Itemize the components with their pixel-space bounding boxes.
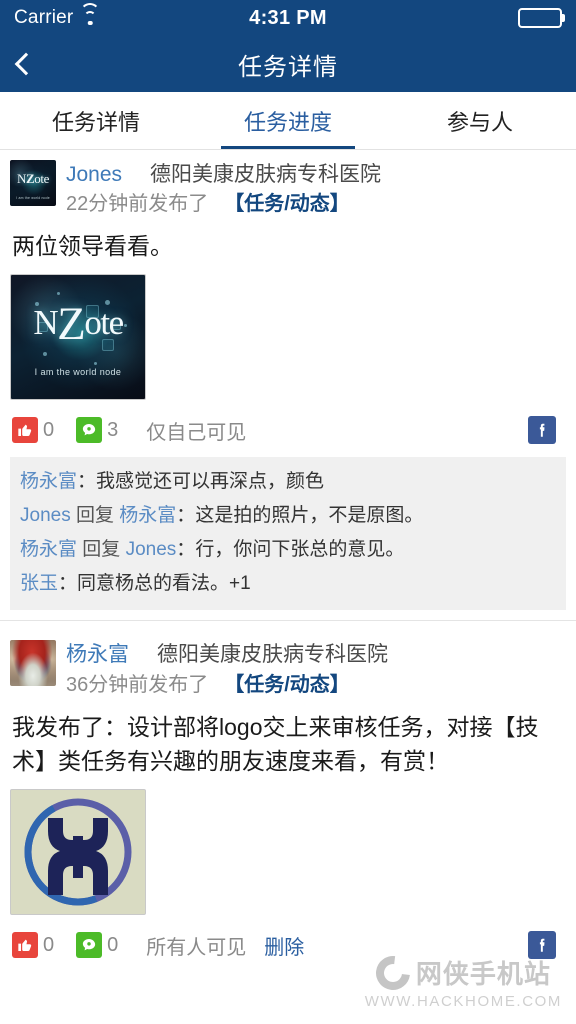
post-header: 杨永富 德阳美康皮肤病专科医院 36分钟前发布了 【任务/动态】: [10, 640, 566, 697]
image-logo-text: NZote: [33, 298, 124, 351]
post-action-bar: 0 3 仅自己可见: [10, 412, 566, 457]
comment-author[interactable]: 杨永富: [20, 471, 77, 492]
post-feed: NZote I am the world node Jones 德阳美康皮肤病专…: [0, 150, 576, 972]
comment-reply-target[interactable]: Jones: [126, 539, 177, 560]
tab-label: 任务进度: [243, 109, 332, 135]
like-button[interactable]: 0: [12, 932, 55, 959]
post-image-nzote[interactable]: NZote I am the world node: [10, 273, 146, 400]
thumbs-up-icon: [12, 932, 38, 959]
tab-label: 参与人: [446, 109, 513, 135]
comment-count: 0: [107, 933, 119, 956]
comment-button[interactable]: 3: [76, 417, 119, 444]
comment-separator: ：: [176, 538, 196, 560]
thumbs-up-icon: [12, 417, 38, 444]
tab-task-detail[interactable]: 任务详情: [0, 92, 192, 149]
tab-participants[interactable]: 参与人: [384, 92, 576, 149]
status-bar-clock: 4:31 PM: [249, 6, 327, 29]
post-meta-line: 36分钟前发布了 【任务/动态】: [66, 672, 566, 698]
comment-author[interactable]: 杨永富: [20, 539, 77, 560]
facebook-share-button[interactable]: [528, 416, 556, 445]
post-image-list: NZote I am the world node: [10, 273, 566, 400]
comment-text: 这是拍的照片，不是原图。: [195, 504, 424, 526]
post-author-block: 杨永富 德阳美康皮肤病专科医院 36分钟前发布了 【任务/动态】: [66, 640, 566, 697]
wifi-icon: [80, 2, 101, 26]
post-category-tag[interactable]: 【任务/动态】: [224, 191, 350, 217]
comment-text: 我感觉还可以再深点，颜色: [96, 470, 325, 492]
post-author-name[interactable]: Jones: [66, 161, 122, 189]
watermark-url: WWW.HACKHOME.COM: [364, 993, 562, 1010]
post-author-line: Jones 德阳美康皮肤病专科医院: [66, 161, 566, 189]
comment-button[interactable]: 0: [76, 932, 119, 959]
comment-item[interactable]: 张玉：同意杨总的看法。+1: [20, 567, 556, 601]
post-body-text: 我发布了：设计部将logo交上来审核任务，对接【技术】类任务有兴趣的朋友速度来看…: [12, 713, 539, 775]
post-item: 杨永富 德阳美康皮肤病专科医院 36分钟前发布了 【任务/动态】 我发布了：设计…: [0, 630, 576, 972]
chevron-left-icon: [14, 52, 38, 76]
comment-separator: ：: [176, 504, 196, 526]
post-author-line: 杨永富 德阳美康皮肤病专科医院: [66, 641, 566, 669]
delete-post-button[interactable]: 删除: [264, 931, 304, 960]
post-visibility-label: 所有人可见: [146, 936, 247, 959]
comment-separator: ：: [77, 470, 97, 492]
status-bar: Carrier 4:31 PM: [0, 0, 576, 36]
post-org-name: 德阳美康皮肤病专科医院: [157, 643, 388, 667]
post-author-block: Jones 德阳美康皮肤病专科医院 22分钟前发布了 【任务/动态】: [66, 160, 566, 217]
comment-item[interactable]: 杨永富：我感觉还可以再深点，颜色: [20, 465, 556, 499]
post-meta-line: 22分钟前发布了 【任务/动态】: [66, 191, 566, 217]
tab-task-progress[interactable]: 任务进度: [192, 92, 384, 149]
avatar-yangyongfu-photo[interactable]: [10, 640, 56, 687]
post-author-name[interactable]: 杨永富: [66, 641, 129, 669]
like-count: 0: [43, 418, 55, 441]
comment-author[interactable]: Jones: [20, 505, 71, 526]
comment-bubble-icon: [76, 417, 103, 444]
tab-label: 任务详情: [51, 109, 140, 135]
avatar-jones-nzote[interactable]: NZote I am the world node: [10, 160, 56, 206]
post-category-tag[interactable]: 【任务/动态】: [224, 672, 350, 698]
post-body-text: 两位领导看看。: [12, 233, 173, 260]
post-divider: [0, 620, 576, 631]
comment-text: 同意杨总的看法。+1: [77, 572, 251, 594]
status-bar-left: Carrier: [14, 2, 194, 29]
avatar-logo-tagline: I am the world node: [16, 196, 50, 200]
comment-reply-label: 回复: [82, 538, 121, 560]
status-bar-right: [382, 8, 562, 28]
comment-separator: ：: [58, 572, 78, 594]
page-title: 任务详情: [238, 53, 338, 81]
battery-full-icon: [518, 8, 562, 28]
comment-item[interactable]: 杨永富 回复 Jones：行，你问下张总的意见。: [20, 533, 556, 567]
post-item: NZote I am the world node Jones 德阳美康皮肤病专…: [0, 150, 576, 611]
facebook-share-button[interactable]: [528, 931, 556, 960]
comment-text: 行，你问下张总的意见。: [195, 538, 405, 560]
post-image-list: [10, 788, 566, 915]
post-header: NZote I am the world node Jones 德阳美康皮肤病专…: [10, 160, 566, 217]
like-button[interactable]: 0: [12, 417, 55, 444]
post-timestamp: 22分钟前发布了: [66, 193, 209, 216]
post-action-bar: 0 0 所有人可见 删除: [10, 927, 566, 972]
comment-author[interactable]: 张玉: [20, 573, 58, 594]
post-visibility-label: 仅自己可见: [146, 421, 247, 444]
comment-item[interactable]: Jones 回复 杨永富：这是拍的照片，不是原图。: [20, 499, 556, 533]
comment-reply-target[interactable]: 杨永富: [119, 505, 176, 526]
app-screen: Carrier 4:31 PM 任务详情 任务详情 任务进度 参与人 NZote…: [0, 0, 576, 1024]
image-logo-tagline: I am the world node: [34, 366, 122, 377]
like-count: 0: [43, 933, 55, 956]
post-org-name: 德阳美康皮肤病专科医院: [150, 163, 382, 186]
comment-reply-label: 回复: [75, 504, 114, 526]
navigation-bar: 任务详情: [0, 36, 576, 92]
back-button[interactable]: [14, 42, 58, 86]
tab-bar: 任务详情 任务进度 参与人: [0, 92, 576, 150]
carrier-label: Carrier: [14, 7, 74, 28]
post-timestamp: 36分钟前发布了: [66, 673, 209, 696]
comment-bubble-icon: [76, 932, 103, 959]
post-image-hh-logo[interactable]: [10, 788, 146, 915]
comment-list: 杨永富：我感觉还可以再深点，颜色 Jones 回复 杨永富：这是拍的照片，不是原…: [10, 456, 566, 611]
avatar-logo-text: NZote: [17, 171, 49, 187]
comment-count: 3: [107, 418, 119, 441]
